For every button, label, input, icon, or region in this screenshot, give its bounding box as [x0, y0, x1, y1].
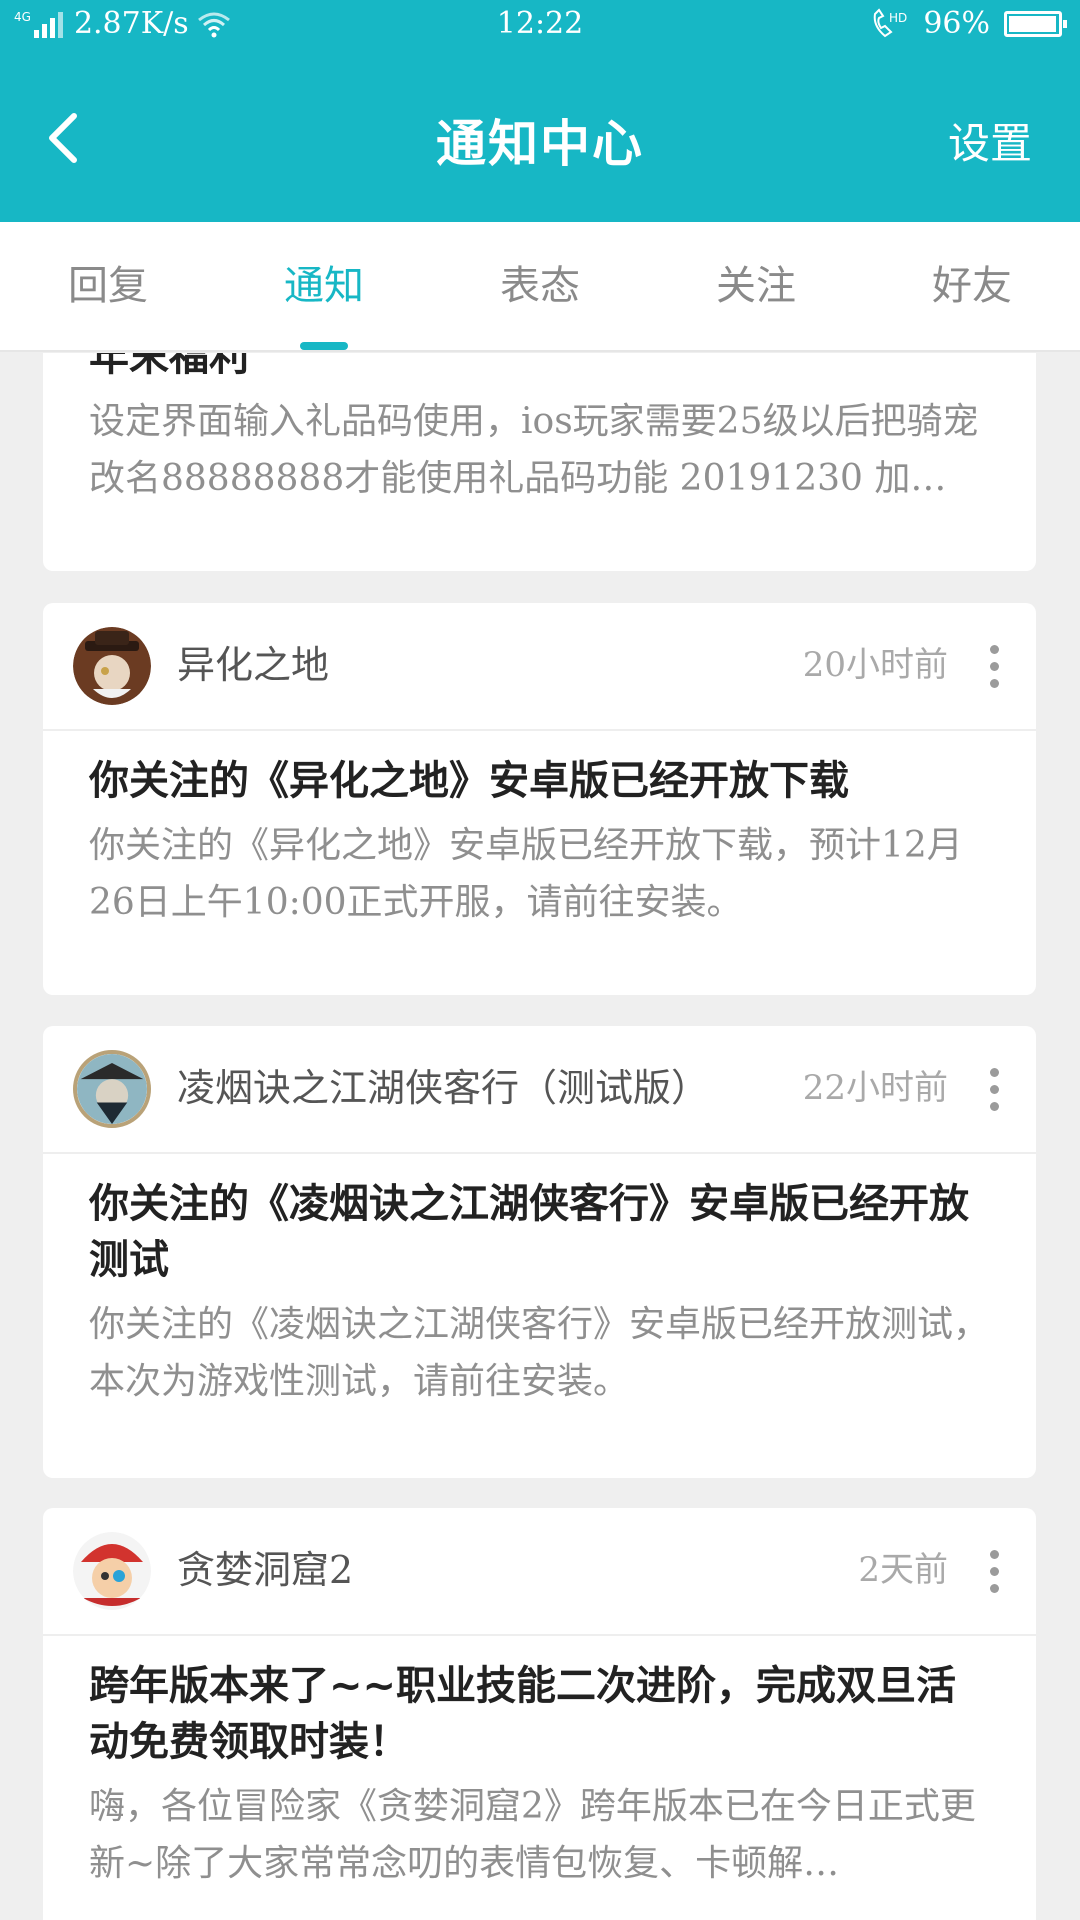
more-options-icon[interactable]	[988, 1068, 1000, 1112]
game-name: 异化之地	[177, 643, 330, 687]
tab-label: 表态	[500, 263, 580, 309]
timestamp: 20小时前	[802, 645, 948, 685]
tab-friends[interactable]: 好友	[864, 222, 1080, 350]
notification-title: 你关注的《凌烟诀之江湖侠客行》安卓版已经开放测试	[89, 1181, 969, 1283]
card-header: 贪婪洞窟2 2天前	[43, 1508, 1036, 1636]
card-header: 凌烟诀之江湖侠客行（测试版） 22小时前	[43, 1026, 1036, 1154]
notification-card[interactable]: 贪婪洞窟2 2天前 跨年版本来了~~职业技能二次进阶，完成双旦活动免费领取时装！…	[43, 1508, 1036, 1920]
notification-title: 年末福利	[89, 353, 249, 380]
tab-bar: 回复 通知 表态 关注 好友	[0, 222, 1080, 352]
notification-card[interactable]: 年末福利 设定界面输入礼品码使用，ios玩家需要25级以后把骑宠改名888888…	[43, 353, 1036, 571]
tab-reply[interactable]: 回复	[0, 222, 216, 350]
tab-follow[interactable]: 关注	[648, 222, 864, 350]
status-bar: 4G 2.87K/s 12:22 HD 96%	[0, 0, 1080, 52]
app-header: 4G 2.87K/s 12:22 HD 96% 通知中心 设置	[0, 0, 1080, 222]
page-title: 通知中心	[436, 115, 644, 173]
tab-label: 好友	[932, 263, 1012, 309]
notification-desc: 你关注的《异化之地》安卓版已经开放下载，预计12月26日上午10:00正式开服，…	[89, 825, 963, 923]
notification-card[interactable]: 凌烟诀之江湖侠客行（测试版） 22小时前 你关注的《凌烟诀之江湖侠客行》安卓版已…	[43, 1026, 1036, 1478]
tab-label: 回复	[68, 263, 148, 309]
game-avatar[interactable]	[73, 1532, 151, 1610]
notification-title: 跨年版本来了~~职业技能二次进阶，完成双旦活动免费领取时装！	[89, 1663, 957, 1765]
battery-icon	[1004, 10, 1067, 37]
more-options-icon[interactable]	[988, 645, 1000, 689]
game-avatar[interactable]	[73, 627, 151, 705]
more-options-icon[interactable]	[988, 1550, 1000, 1594]
settings-button[interactable]: 设置	[948, 110, 1032, 171]
hd-call-icon: HD	[874, 7, 908, 37]
svg-text:HD: HD	[889, 11, 907, 25]
tab-notify[interactable]: 通知	[216, 222, 432, 350]
card-header: 异化之地 20小时前	[43, 603, 1036, 731]
tab-label: 关注	[716, 263, 796, 309]
notification-desc: 你关注的《凌烟诀之江湖侠客行》安卓版已经开放测试，本次为游戏性测试，请前往安装。	[89, 1304, 990, 1402]
notification-card[interactable]: 异化之地 20小时前 你关注的《异化之地》安卓版已经开放下载 你关注的《异化之地…	[43, 603, 1036, 995]
notification-desc: 嗨，各位冒险家《贪婪洞窟2》跨年版本已在今日正式更新~除了大家常常念叨的表情包恢…	[89, 1786, 976, 1884]
notification-list[interactable]: 年末福利 设定界面输入礼品码使用，ios玩家需要25级以后把骑宠改名888888…	[0, 353, 1080, 1920]
tab-label: 通知	[284, 263, 364, 309]
game-name: 贪婪洞窟2	[177, 1548, 354, 1592]
battery-percent: 96%	[923, 6, 990, 41]
active-tab-indicator	[300, 342, 348, 350]
timestamp: 22小时前	[802, 1068, 948, 1108]
tab-reaction[interactable]: 表态	[432, 222, 648, 350]
timestamp: 2天前	[858, 1550, 948, 1590]
game-avatar[interactable]	[73, 1050, 151, 1128]
notification-desc: 设定界面输入礼品码使用，ios玩家需要25级以后把骑宠改名88888888才能使…	[89, 401, 979, 499]
game-name: 凌烟诀之江湖侠客行（测试版）	[177, 1066, 710, 1110]
notification-title: 你关注的《异化之地》安卓版已经开放下载	[89, 758, 849, 804]
